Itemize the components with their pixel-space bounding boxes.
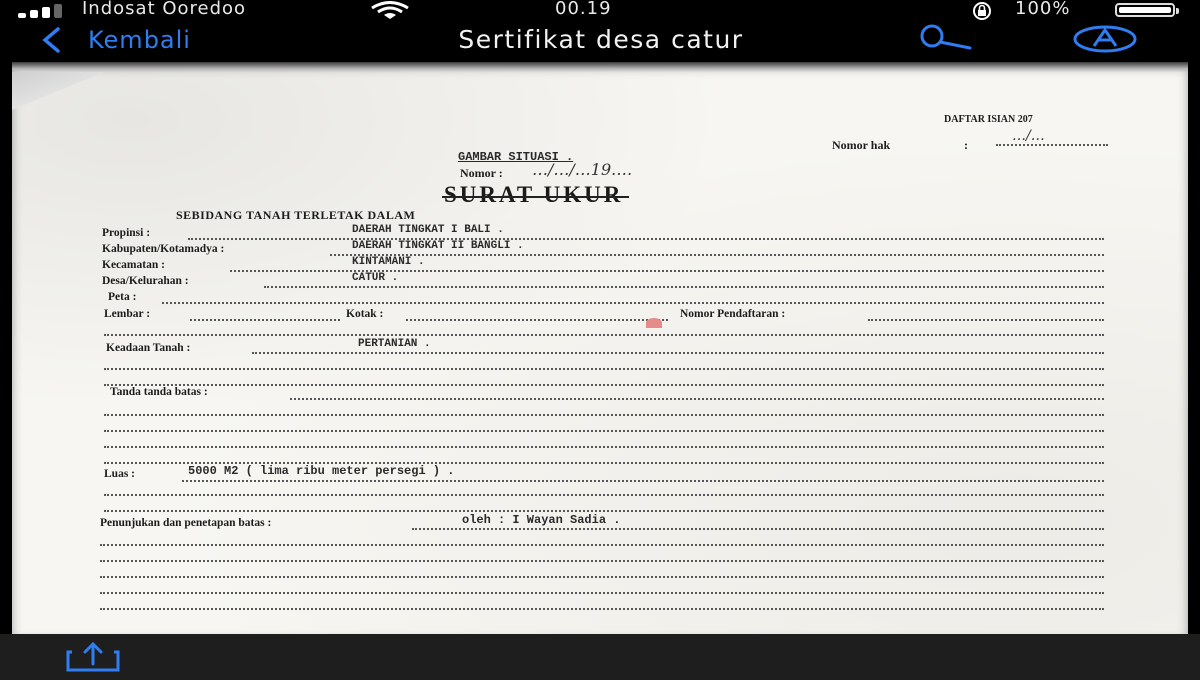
keadaan-tanah-label: Keadaan Tanah : [106,342,191,354]
desa-label: Desa/Kelurahan : [102,275,189,287]
nomor-pendaftaran-label: Nomor Pendaftaran : [680,308,786,320]
kabupaten-value: DAERAH TINGKAT II BANGLI . [352,240,524,252]
battery-icon [1115,3,1179,17]
battery-percent: 100% [1015,0,1071,19]
luas-value: 5000 M2 ( lima ribu meter persegi ) . [188,464,455,478]
navigation-bar: Kembali Sertifikat desa catur [0,22,1200,62]
document-page: DAFTAR ISIAN 207 Nomor hak : …/… GAMBAR … [12,62,1188,634]
bottom-toolbar [0,634,1200,680]
keadaan-tanah-value: PERTANIAN . [358,338,431,350]
document-title: Sertifikat desa catur [0,22,1200,58]
share-icon [66,641,120,672]
kecamatan-label: Kecamatan : [102,259,165,271]
lembar-label: Lembar : [104,308,151,320]
kecamatan-value: KINTAMANI . [352,256,425,268]
nomor-hak-label: Nomor hak [832,138,891,152]
nomor-value: …/…/…19.… [532,160,633,179]
tanda-batas-label: Tanda tanda batas : [110,386,208,398]
search-button[interactable] [908,24,978,58]
form-code: DAFTAR ISIAN 207 [944,114,1033,125]
share-button[interactable] [64,641,122,676]
propinsi-label: Propinsi : [102,227,151,239]
markup-button[interactable] [1072,24,1138,58]
surat-ukur-title: SURAT UKUR [441,182,630,207]
carrier-name: Indosat Ooredoo [82,0,247,19]
search-icon [920,24,972,50]
penunjukan-value: oleh : I Wayan Sadia . [462,513,621,527]
document-title-text: Sertifikat desa catur [458,25,744,54]
markup-icon [1073,25,1137,53]
kotak-label: Kotak : [346,308,384,320]
nomor-hak-colon: : [964,138,968,152]
kabupaten-label: Kabupaten/Kotamadya : [102,243,225,255]
luas-label: Luas : [104,468,135,480]
clock-time: 00.19 [555,0,612,19]
propinsi-value: DAERAH TINGKAT I BALI . [352,224,504,236]
nomor-label: Nomor : [460,166,503,180]
nomor-hak-value: …/… [1012,128,1045,144]
penunjukan-label: Penunjukan dan penetapan batas : [100,517,272,529]
desa-value: CATUR . [352,272,399,284]
peta-label: Peta : [108,291,137,303]
status-bar: Indosat Ooredoo 00.19 100% [0,0,1200,20]
subtitle: SEBIDANG TANAH TERLETAK DALAM [176,208,416,222]
signal-icon [18,4,74,18]
